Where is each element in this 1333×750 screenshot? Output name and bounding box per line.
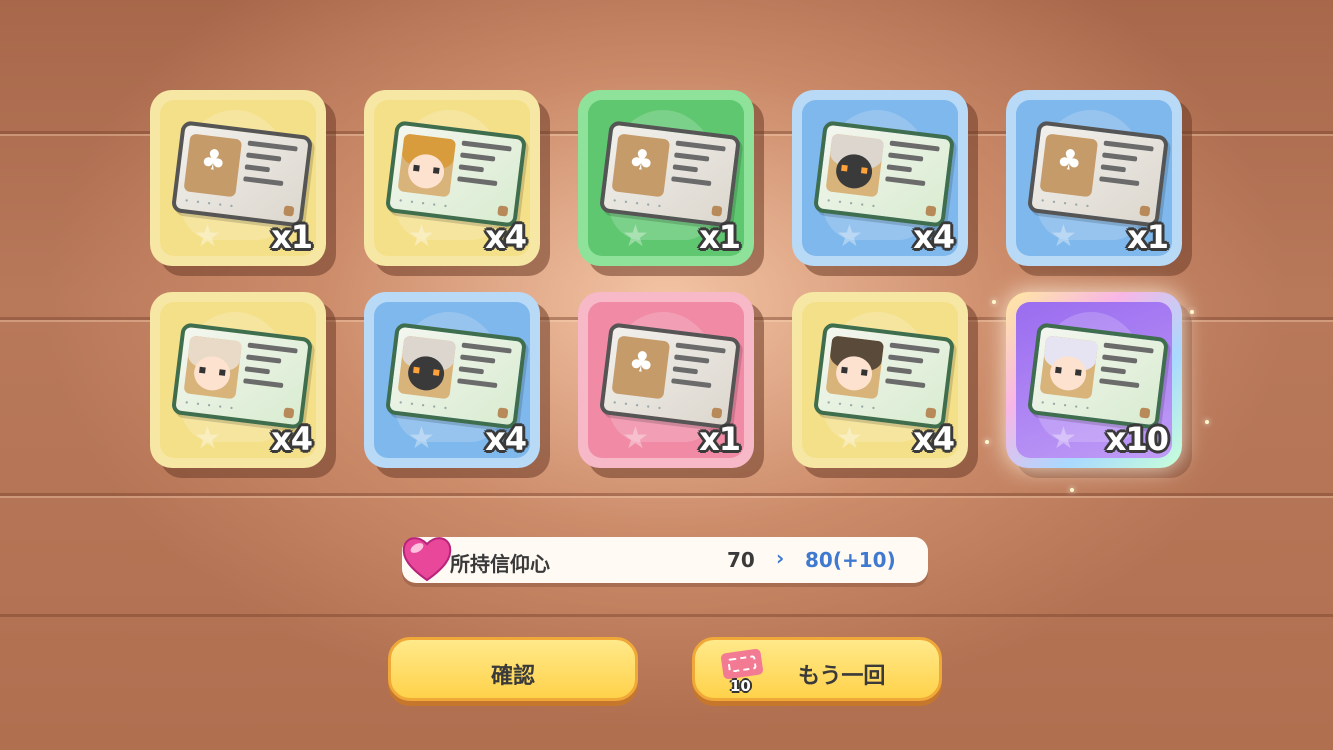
ticket-text-lines bbox=[884, 342, 940, 396]
heart-icon bbox=[402, 537, 452, 582]
ticket-dots: • • • • • bbox=[397, 196, 451, 212]
chevron-right-icon: › bbox=[776, 546, 785, 570]
reward-count: x4 bbox=[271, 420, 313, 458]
ticket-text-lines bbox=[456, 342, 512, 396]
character-ticket: ♣ • • • • • bbox=[170, 120, 314, 228]
reward-card[interactable]: ★ • • • • • x4 bbox=[364, 90, 540, 266]
reward-card[interactable]: ★ • • • • • x4 bbox=[792, 292, 968, 468]
character-ticket: ♣ • • • • • bbox=[1026, 120, 1170, 228]
ticket-text-lines bbox=[242, 342, 298, 396]
ticket-text-lines bbox=[456, 140, 512, 194]
reward-count: x4 bbox=[913, 420, 955, 458]
reward-grid: ★ ♣ • • • • • x1 ★ • • • • • x4 ★ ♣ • • • • • x1 ★ •… bbox=[0, 0, 1333, 500]
reward-count: x1 bbox=[699, 218, 741, 256]
ticket-cost: 10 bbox=[730, 677, 751, 695]
ticket-text-lines bbox=[242, 140, 298, 194]
reward-card[interactable]: ★ • • • • • x4 bbox=[364, 292, 540, 468]
character-ticket: • • • • • bbox=[384, 322, 528, 430]
sparkle bbox=[1205, 420, 1209, 424]
sprout-icon: ♣ bbox=[1039, 133, 1099, 198]
reward-count: x1 bbox=[1127, 218, 1169, 256]
character-ticket: • • • • • bbox=[812, 120, 956, 228]
star-icon: ★ bbox=[194, 219, 221, 254]
ticket-seal bbox=[711, 205, 723, 217]
reward-card[interactable]: ★ • • • • • x10 bbox=[1006, 292, 1182, 468]
faith-label: 所持信仰心 bbox=[450, 552, 550, 576]
play-again-label: もう一回 bbox=[798, 664, 886, 689]
ticket-seal bbox=[1139, 205, 1151, 217]
star-icon: ★ bbox=[836, 219, 863, 254]
ticket-dots: • • • • • bbox=[1039, 398, 1093, 414]
character-portrait bbox=[1039, 335, 1099, 400]
star-icon: ★ bbox=[408, 219, 435, 254]
reward-card[interactable]: ★ ♣ • • • • • x1 bbox=[578, 90, 754, 266]
sprout-icon: ♣ bbox=[183, 133, 243, 198]
star-icon: ★ bbox=[622, 219, 649, 254]
sparkle bbox=[1070, 488, 1074, 492]
confirm-button[interactable]: 確認 bbox=[388, 637, 638, 701]
character-portrait bbox=[825, 133, 885, 198]
character-portrait bbox=[183, 335, 243, 400]
ticket-text-lines bbox=[670, 140, 726, 194]
star-icon: ★ bbox=[622, 421, 649, 456]
ticket-text-lines bbox=[1098, 140, 1154, 194]
ticket-seal bbox=[497, 407, 509, 419]
ticket-seal bbox=[283, 205, 295, 217]
character-portrait bbox=[397, 133, 457, 198]
ticket-dots: • • • • • bbox=[611, 398, 665, 414]
character-ticket: ♣ • • • • • bbox=[598, 322, 742, 430]
character-ticket: ♣ • • • • • bbox=[598, 120, 742, 228]
character-portrait bbox=[825, 335, 885, 400]
reward-card[interactable]: ★ ♣ • • • • • x1 bbox=[150, 90, 326, 266]
reward-count: x10 bbox=[1105, 420, 1169, 458]
ticket-dots: • • • • • bbox=[611, 196, 665, 212]
ticket-dots: • • • • • bbox=[825, 398, 879, 414]
star-icon: ★ bbox=[1050, 219, 1077, 254]
star-icon: ★ bbox=[194, 421, 221, 456]
plank-line bbox=[0, 614, 1333, 617]
reward-card[interactable]: ★ ♣ • • • • • x1 bbox=[578, 292, 754, 468]
faith-new-value: 80(+10) bbox=[805, 548, 896, 572]
reward-card[interactable]: ★ ♣ • • • • • x1 bbox=[1006, 90, 1182, 266]
ticket-seal bbox=[925, 407, 937, 419]
reward-card[interactable]: ★ • • • • • x4 bbox=[792, 90, 968, 266]
ticket-seal bbox=[497, 205, 509, 217]
character-ticket: • • • • • bbox=[812, 322, 956, 430]
ticket-dots: • • • • • bbox=[183, 196, 237, 212]
reward-count: x4 bbox=[913, 218, 955, 256]
sparkle bbox=[992, 300, 996, 304]
star-icon: ★ bbox=[1050, 421, 1077, 456]
ticket-dots: • • • • • bbox=[825, 196, 879, 212]
reward-count: x4 bbox=[485, 218, 527, 256]
reward-count: x1 bbox=[271, 218, 313, 256]
character-ticket: • • • • • bbox=[170, 322, 314, 430]
ticket-dots: • • • • • bbox=[183, 398, 237, 414]
star-icon: ★ bbox=[408, 421, 435, 456]
gacha-ticket-icon bbox=[720, 648, 764, 680]
reward-count: x4 bbox=[485, 420, 527, 458]
ticket-seal bbox=[283, 407, 295, 419]
character-portrait bbox=[397, 335, 457, 400]
ticket-text-lines bbox=[670, 342, 726, 396]
sparkle bbox=[1190, 310, 1194, 314]
sparkle bbox=[985, 440, 989, 444]
ticket-text-lines bbox=[1098, 342, 1154, 396]
sprout-icon: ♣ bbox=[611, 133, 671, 198]
ticket-seal bbox=[925, 205, 937, 217]
ticket-dots: • • • • • bbox=[1039, 196, 1093, 212]
ticket-seal bbox=[711, 407, 723, 419]
ticket-text-lines bbox=[884, 140, 940, 194]
character-ticket: • • • • • bbox=[384, 120, 528, 228]
ticket-seal bbox=[1139, 407, 1151, 419]
confirm-button-label: 確認 bbox=[490, 664, 535, 689]
sprout-icon: ♣ bbox=[611, 335, 671, 400]
reward-count: x1 bbox=[699, 420, 741, 458]
star-icon: ★ bbox=[836, 421, 863, 456]
reward-card[interactable]: ★ • • • • • x4 bbox=[150, 292, 326, 468]
character-ticket: • • • • • bbox=[1026, 322, 1170, 430]
faith-current-value: 70 bbox=[727, 548, 755, 572]
ticket-dots: • • • • • bbox=[397, 398, 451, 414]
